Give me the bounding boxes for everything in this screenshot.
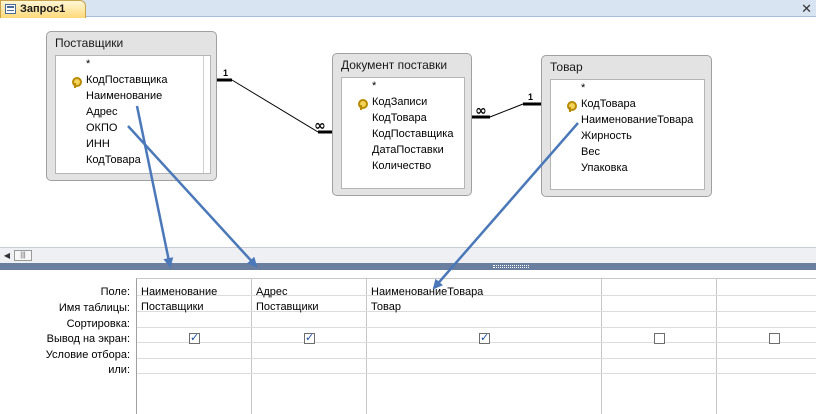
document-tab-strip: Запрос1 ✕ [0, 0, 816, 18]
row-label-criteria: Условие отбора: [45, 349, 130, 361]
table-box-supply-document[interactable]: Документ поставки * КодЗаписи КодТовара … [332, 53, 472, 196]
grid-column[interactable] [252, 279, 367, 414]
grid-field-cell[interactable]: Адрес [256, 286, 288, 298]
field-list-supply-document: * КодЗаписи КодТовара КодПоставщика Дата… [341, 77, 465, 189]
field-list-product: * КодТовара НаименованиеТовара Жирность … [550, 79, 705, 190]
show-checkbox[interactable] [304, 331, 315, 344]
query-tab-label: Запрос1 [20, 3, 66, 15]
grid-field-cell[interactable]: НаименованиеТовара [371, 286, 483, 298]
field-item[interactable]: Упаковка [581, 162, 628, 174]
pane-splitter[interactable] [0, 263, 816, 270]
query-design-grid: Поле: Имя таблицы: Сортировка: Вывод на … [0, 270, 816, 414]
show-checkbox[interactable] [189, 331, 200, 344]
table-box-product[interactable]: Товар * КодТовара НаименованиеТовара Жир… [541, 55, 712, 197]
field-item[interactable]: КодТовара [86, 154, 141, 166]
field-item[interactable]: Жирность [581, 130, 632, 142]
close-icon[interactable]: ✕ [801, 1, 812, 17]
grid-table-cell[interactable]: Товар [371, 301, 401, 313]
design-pane-scrollbar[interactable]: ◀ ||| [0, 247, 816, 263]
field-item[interactable]: ИНН [86, 138, 110, 150]
grid-column[interactable] [602, 279, 717, 414]
field-item[interactable]: ДатаПоставки [372, 144, 444, 156]
field-item[interactable]: КодПоставщика [372, 128, 453, 140]
row-label-show: Вывод на экран: [46, 333, 130, 345]
scroll-left-icon[interactable]: ◀ [0, 248, 14, 263]
grid-column[interactable] [367, 279, 602, 414]
grid-row-line [137, 373, 816, 374]
grid-column[interactable] [137, 279, 252, 414]
grid-column[interactable] [717, 279, 816, 414]
field-item[interactable]: КодТовара [581, 98, 636, 110]
row-label-sort: Сортировка: [66, 318, 130, 330]
field-item[interactable]: Количество [372, 160, 431, 172]
row-label-table: Имя таблицы: [58, 302, 130, 314]
table-title-product: Товар [550, 60, 583, 74]
show-checkbox[interactable] [769, 333, 780, 344]
table-title-suppliers: Поставщики [55, 36, 124, 50]
primary-key-icon [566, 101, 577, 112]
primary-key-icon [357, 99, 368, 110]
grid-row-line [137, 327, 816, 328]
table-title-supply-document: Документ поставки [341, 58, 448, 72]
grid-row-line [137, 311, 816, 312]
field-item[interactable]: * [86, 58, 90, 70]
show-checkbox[interactable] [479, 331, 490, 344]
field-item[interactable]: * [581, 82, 585, 94]
field-item[interactable]: Наименование [86, 90, 162, 102]
scroll-thumb[interactable]: ||| [14, 250, 32, 261]
grid-row-line [137, 358, 816, 359]
query-grid: Наименование Адрес НаименованиеТовара По… [136, 278, 816, 414]
row-label-field: Поле: [100, 286, 130, 298]
grid-table-cell[interactable]: Поставщики [141, 301, 204, 313]
query-tab[interactable]: Запрос1 [0, 0, 86, 18]
grid-table-cell[interactable]: Поставщики [256, 301, 319, 313]
row-label-or: или: [108, 364, 130, 376]
query-icon [5, 4, 16, 14]
field-list-suppliers: * КодПоставщика Наименование Адрес ОКПО … [55, 55, 211, 174]
field-item[interactable]: Вес [581, 146, 600, 158]
show-checkbox[interactable] [654, 333, 665, 344]
field-item[interactable]: КодЗаписи [372, 96, 427, 108]
table-design-pane: Поставщики * КодПоставщика Наименование … [0, 18, 816, 247]
grid-field-cell[interactable]: Наименование [141, 286, 217, 298]
table-box-suppliers[interactable]: Поставщики * КодПоставщика Наименование … [46, 31, 217, 181]
primary-key-icon [71, 77, 82, 88]
grid-row-line [137, 342, 816, 343]
field-item[interactable]: КодПоставщика [86, 74, 167, 86]
field-item[interactable]: Адрес [86, 106, 118, 118]
field-item[interactable]: ОКПО [86, 122, 117, 134]
field-item[interactable]: КодТовара [372, 112, 427, 124]
field-item[interactable]: НаименованиеТовара [581, 114, 693, 126]
field-item[interactable]: * [372, 80, 376, 92]
field-list-scrollbar[interactable] [203, 56, 210, 173]
splitter-grip[interactable] [493, 265, 529, 268]
